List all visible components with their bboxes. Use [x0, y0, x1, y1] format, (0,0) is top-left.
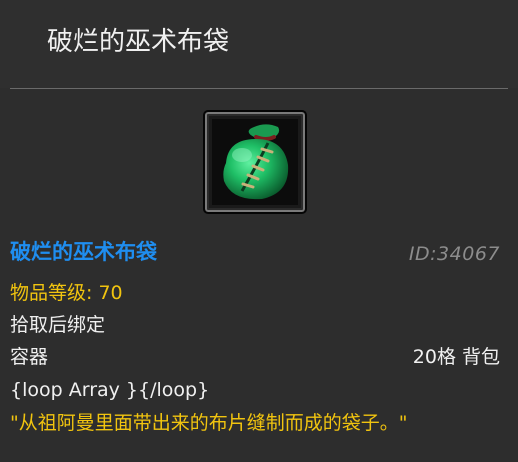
page-title: 破烂的巫术布袋 — [47, 27, 230, 57]
item-icon-frame — [203, 110, 307, 214]
header-divider — [10, 88, 508, 89]
item-slots: 20格 背包 — [412, 346, 500, 368]
template-placeholder: {loop Array }{/loop} — [10, 379, 210, 401]
item-id: ID:34067 — [408, 243, 500, 265]
item-description: "从祖阿曼里面带出来的布片缝制而成的袋子。" — [10, 412, 408, 434]
item-bind-type: 拾取后绑定 — [10, 314, 106, 336]
green-cloth-bag-icon — [212, 119, 298, 205]
item-level: 物品等级: 70 — [10, 282, 123, 304]
